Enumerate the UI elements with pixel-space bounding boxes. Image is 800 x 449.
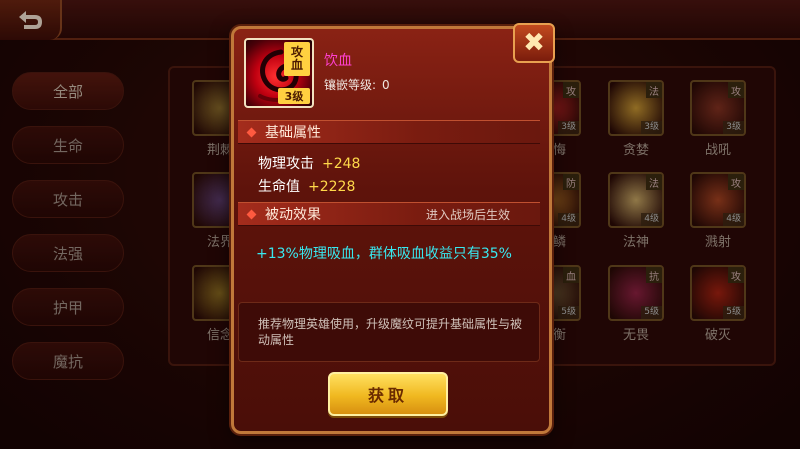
stat-label: 生命值 — [258, 179, 300, 195]
get-button[interactable]: 获取 — [328, 372, 448, 416]
rune-header: 攻 血 3级 饮血 镶嵌等级: 0 — [244, 38, 538, 116]
diamond-icon — [246, 209, 257, 219]
stat-value: +248 — [322, 156, 361, 172]
stat-value: +2228 — [308, 179, 356, 195]
rune-tag-line2: 血 — [290, 58, 303, 72]
inlay-level-value: 0 — [382, 78, 390, 92]
stat-label: 物理攻击 — [258, 156, 314, 172]
rune-level-badge: 3级 — [278, 88, 310, 104]
passive-effect-header: 被动效果 进入战场后生效 — [238, 202, 540, 226]
passive-effect-title: 被动效果 — [265, 207, 321, 223]
rune-name: 饮血 — [324, 53, 352, 69]
base-attributes-title: 基础属性 — [265, 125, 321, 141]
rune-icon: 攻 血 3级 — [244, 38, 314, 108]
base-attributes-header: 基础属性 — [238, 120, 540, 144]
passive-effect-text: +13%物理吸血，群体吸血收益只有35% — [256, 246, 512, 262]
inlay-level-label: 镶嵌等级: — [324, 78, 377, 92]
description-text: 推荐物理英雄使用，升级魔纹可提升基础属性与被动属性 — [258, 317, 523, 347]
rune-type-tag: 攻 血 — [284, 42, 310, 76]
diamond-icon — [246, 127, 257, 137]
stat-row: 生命值 +2228 — [258, 176, 355, 196]
passive-effect-note: 进入战场后生效 — [425, 207, 510, 222]
inlay-level-row: 镶嵌等级: 0 — [324, 76, 390, 93]
stat-row: 物理攻击 +248 — [258, 153, 360, 173]
